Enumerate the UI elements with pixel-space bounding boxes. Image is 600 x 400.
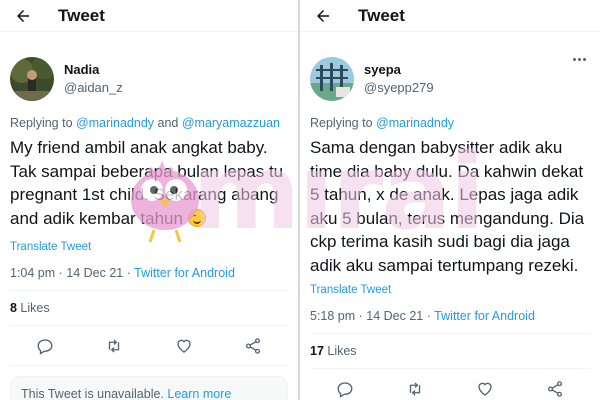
tweet-text: My friend ambil anak angkat baby. Tak sa… [0, 132, 298, 230]
tweet-time[interactable]: 1:04 pm [10, 266, 55, 280]
tweet-author: Nadia @aidan_z [0, 32, 298, 114]
user-handle[interactable]: @syepp279 [364, 79, 434, 97]
replying-prefix: Replying to [10, 116, 77, 130]
meta-separator: · [55, 266, 67, 280]
display-name[interactable]: syepa [364, 61, 434, 79]
mention-link[interactable]: @maryamazzuan [182, 116, 280, 130]
meta-separator: · [423, 309, 435, 323]
learn-more-link[interactable]: Learn more [167, 387, 231, 400]
tweet-client[interactable]: Twitter for Android [134, 266, 235, 280]
tweet-date[interactable]: 14 Dec 21 [66, 266, 123, 280]
right-header: Tweet [300, 0, 600, 32]
share-icon[interactable] [544, 378, 566, 400]
replying-prefix: Replying to [310, 116, 377, 130]
translate-tweet-link[interactable]: Translate Tweet [0, 238, 298, 256]
likes-count[interactable]: 8 [10, 301, 17, 315]
header-title: Tweet [358, 5, 405, 25]
left-header: Tweet [0, 0, 298, 32]
mention-link[interactable]: @marinadndy [76, 116, 154, 130]
right-tweet-panel: Tweet syepa @syepp279 Replying to @marin… [300, 0, 600, 400]
replying-to: Replying to @marinadndy [300, 114, 600, 132]
more-icon[interactable] [570, 50, 588, 68]
like-icon[interactable] [173, 335, 195, 357]
replying-joiner: and [154, 116, 182, 130]
likes-label[interactable]: Likes [17, 301, 49, 315]
like-icon[interactable] [474, 378, 496, 400]
reply-icon[interactable] [34, 335, 56, 357]
reply-icon[interactable] [334, 378, 356, 400]
meta-separator: · [123, 266, 135, 280]
display-name[interactable]: Nadia [64, 61, 123, 79]
avatar[interactable] [310, 57, 354, 101]
replying-to: Replying to @marinadndy and @maryamazzua… [0, 114, 298, 132]
tweet-time[interactable]: 5:18 pm [310, 309, 355, 323]
retweet-icon[interactable] [103, 335, 125, 357]
back-arrow-icon[interactable] [312, 5, 334, 27]
user-handle[interactable]: @aidan_z [64, 79, 123, 97]
author-names: syepa @syepp279 [364, 61, 434, 97]
tweet-stats: 8 Likes [10, 290, 288, 326]
smiling-face-emoji [187, 208, 206, 227]
tweet-meta: 5:18 pm · 14 Dec 21 · Twitter for Androi… [300, 307, 600, 325]
avatar[interactable] [10, 57, 54, 101]
tweet-actions [10, 326, 288, 366]
translate-tweet-link[interactable]: Translate Tweet [300, 281, 600, 299]
tweet-stats: 17 Likes [310, 333, 590, 369]
tweet-client[interactable]: Twitter for Android [434, 309, 535, 323]
meta-separator: · [355, 309, 367, 323]
back-arrow-icon[interactable] [12, 5, 34, 27]
mention-link[interactable]: @marinadndy [376, 116, 454, 130]
left-tweet-panel: Tweet Nadia @aidan_z Replying to @marina… [0, 0, 298, 400]
unavailable-tweet-notice: This Tweet is unavailable. Learn more [10, 376, 288, 400]
author-names: Nadia @aidan_z [64, 61, 123, 97]
likes-count[interactable]: 17 [310, 344, 324, 358]
tweet-date[interactable]: 14 Dec 21 [366, 309, 423, 323]
tweet-text: Sama dengan babysitter adik aku time dia… [310, 138, 585, 275]
share-icon[interactable] [242, 335, 264, 357]
header-title: Tweet [58, 5, 105, 25]
retweet-icon[interactable] [404, 378, 426, 400]
unavailable-text: This Tweet is unavailable. [21, 387, 168, 400]
tweet-body: My friend ambil anak angkat baby. Tak sa… [10, 138, 284, 228]
tweet-meta: 1:04 pm · 14 Dec 21 · Twitter for Androi… [0, 264, 298, 282]
tweet-author: syepa @syepp279 [300, 32, 600, 114]
likes-label[interactable]: Likes [324, 344, 356, 358]
tweet-actions [310, 369, 590, 400]
